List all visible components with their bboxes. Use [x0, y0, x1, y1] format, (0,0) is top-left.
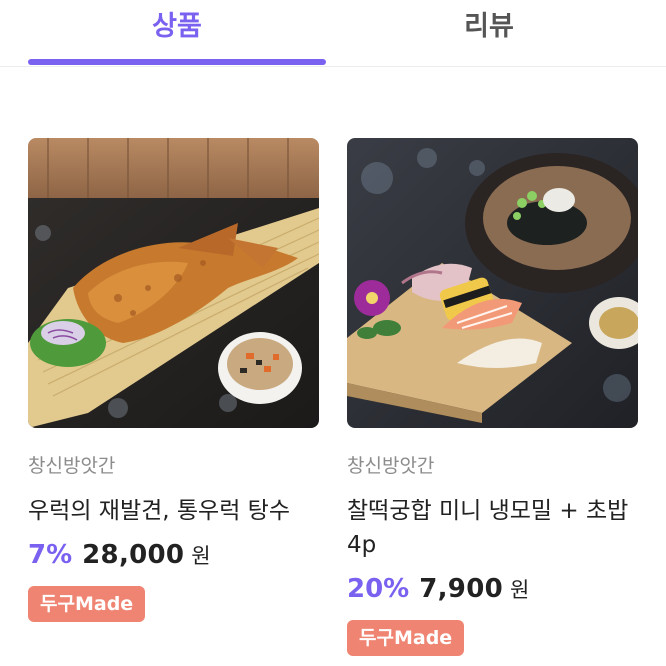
product-card[interactable]: 창신방앗간 찰떡궁합 미니 냉모밀 + 초밥 4p 20% 7,900 원 두구… [347, 138, 638, 656]
price-row: 20% 7,900 원 [347, 574, 638, 604]
soba-and-sushi-photo [347, 138, 638, 428]
tab-products[interactable]: 상품 [28, 0, 326, 64]
price-value: 28,000 [82, 540, 185, 570]
price-value: 7,900 [419, 574, 503, 604]
discount-rate: 20% [347, 574, 410, 604]
currency-unit: 원 [509, 578, 530, 602]
tab-reviews[interactable]: 리뷰 [340, 0, 638, 64]
store-name: 창신방앗간 [347, 455, 435, 477]
product-image[interactable] [347, 138, 638, 428]
brand-badge: 두구Made [28, 586, 146, 622]
product-card[interactable]: 창신방앗간 우럭의 재발견, 통우럭 탕수 7% 28,000 원 두구Made [28, 138, 319, 622]
currency-unit: 원 [191, 544, 211, 568]
tab-bar: 상품 리뷰 [0, 0, 666, 67]
product-title[interactable]: 찰떡궁합 미니 냉모밀 + 초밥 4p [347, 494, 638, 562]
store-name: 창신방앗간 [28, 455, 116, 477]
brand-badge: 두구Made [347, 620, 465, 656]
fried-fish-dish-photo [28, 138, 319, 428]
price-row: 7% 28,000 원 [28, 540, 319, 570]
discount-rate: 7% [28, 540, 73, 570]
product-title[interactable]: 우럭의 재발견, 통우럭 탕수 [28, 494, 319, 528]
active-tab-indicator [28, 59, 326, 65]
product-image[interactable] [28, 138, 319, 428]
